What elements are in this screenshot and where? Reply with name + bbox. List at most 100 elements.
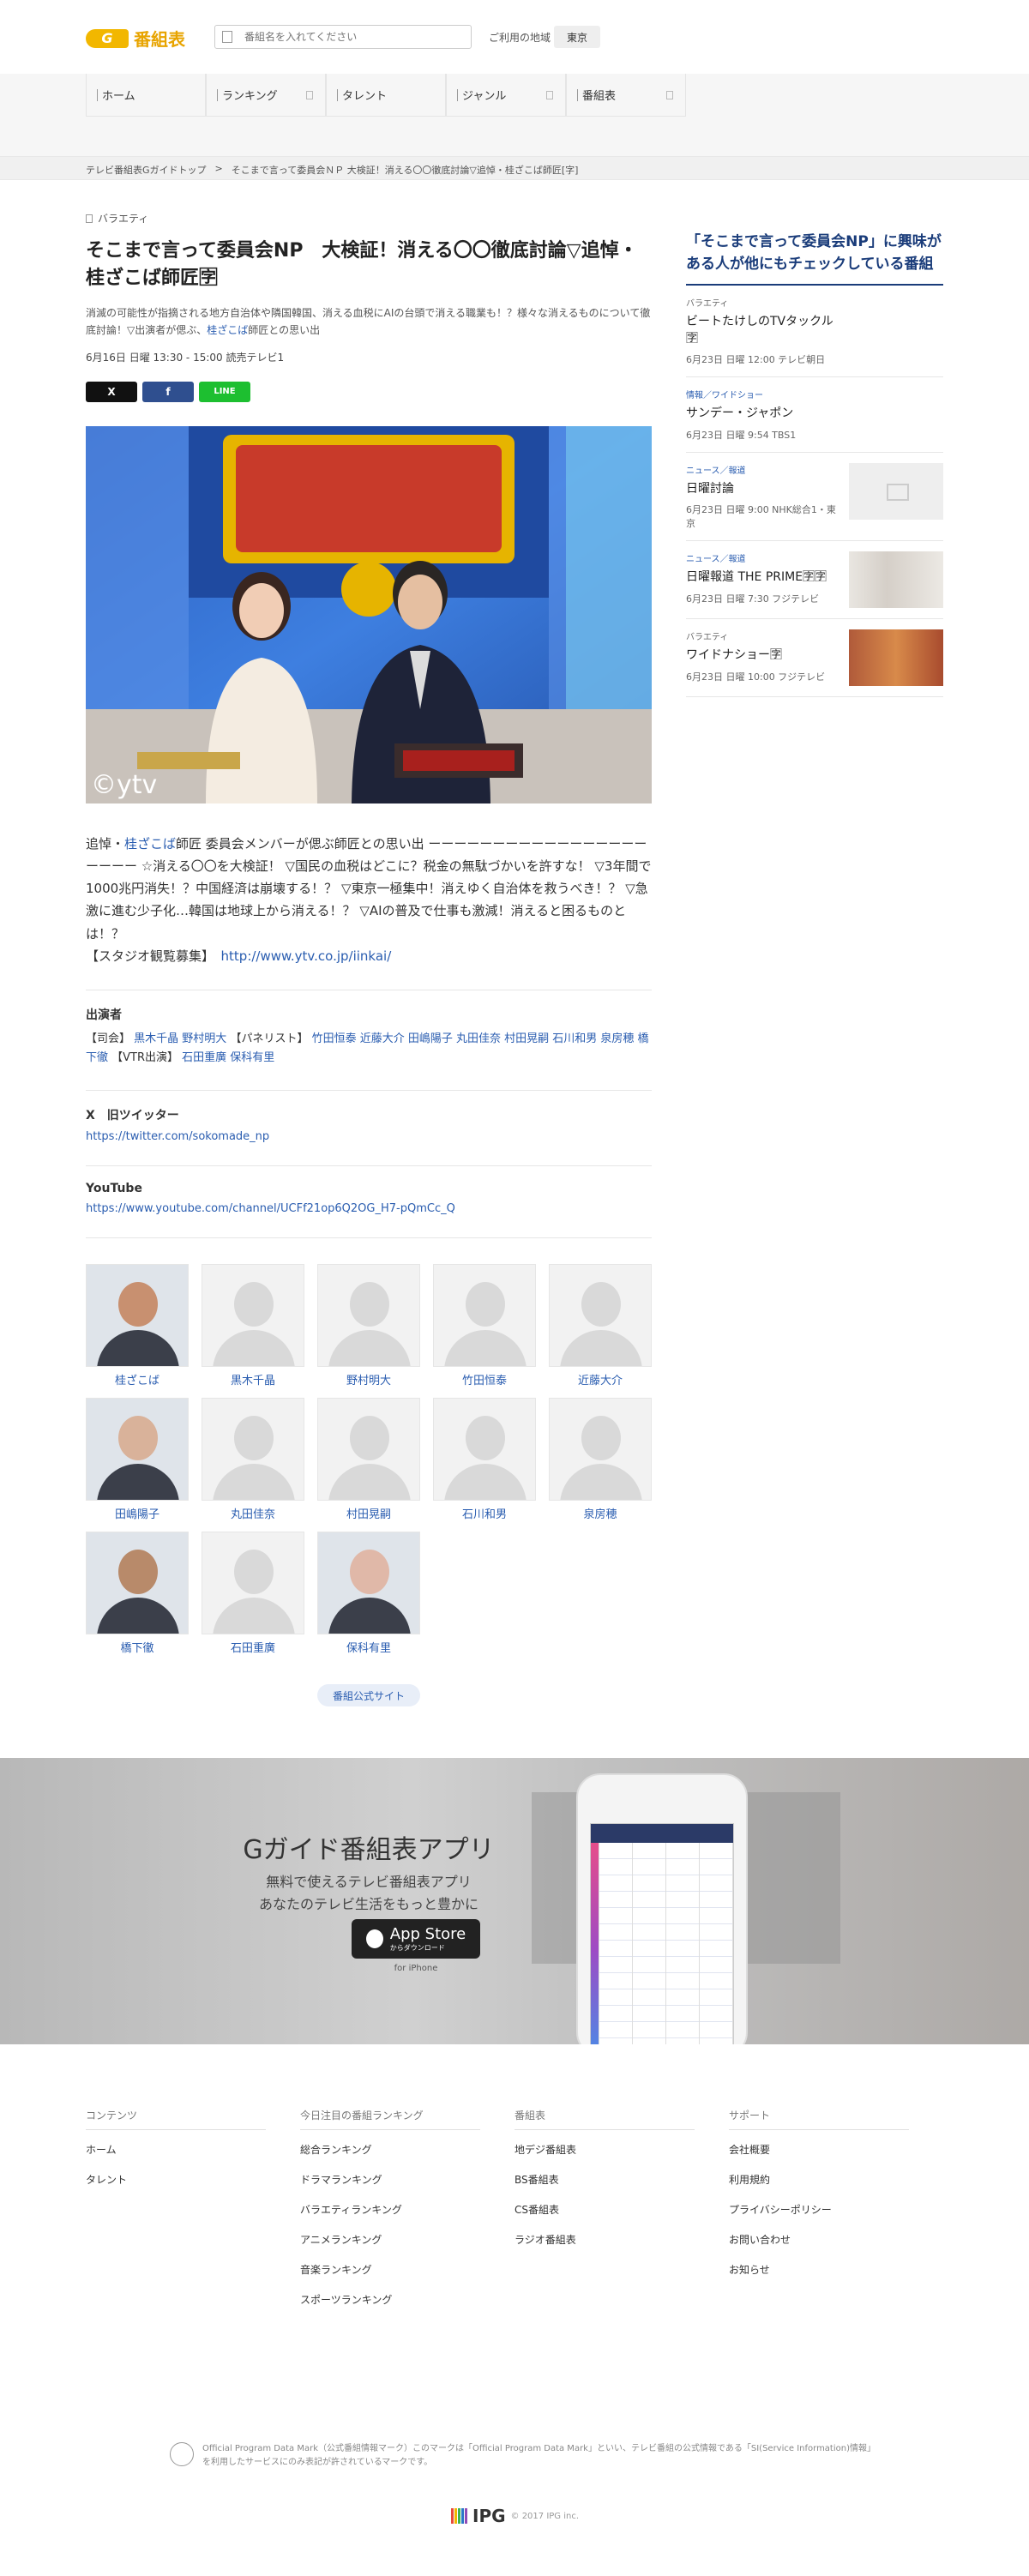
sidebar-item-genre: バラエティ [686, 299, 729, 309]
nav-item-home[interactable]: ホーム [86, 74, 206, 117]
talent-card[interactable]: 村田晃嗣 [317, 1398, 420, 1521]
footer-link[interactable]: ドラマランキング [300, 2172, 480, 2187]
footer-link[interactable]: お知らせ [729, 2262, 909, 2277]
breadcrumb-current: そこまで言って委員会ＮＰ 大検証！消える〇〇徹底討論▽追悼・桂ざこば師匠[字] [231, 165, 579, 176]
sidebar-item[interactable]: ニュース／報道 日曜報道 THE PRIME🈑🈑 6月23日 日曜 7:30 フジテ… [686, 541, 943, 620]
app-store-text: App Store からダウンロード [390, 1925, 466, 1953]
nav-item-ranking[interactable]: ランキング [206, 74, 326, 117]
share-line-button[interactable]: LINE [199, 381, 250, 402]
sidebar-item[interactable]: ニュース／報道 日曜討論 6月23日 日曜 9:00 NHK総合1・東京 [686, 453, 943, 542]
sidebar-item-thumb [849, 629, 943, 687]
chevron-down-icon [666, 90, 673, 99]
talent-name: 黒木千晶 [230, 1375, 275, 1388]
sidebar-item-genre: ニュース／報道 [686, 466, 746, 476]
talent-card[interactable]: 野村明大 [317, 1264, 420, 1387]
footer-link[interactable]: スポーツランキング [300, 2292, 480, 2307]
sidebar-item[interactable]: バラエティ ワイドナショー🈑 6月23日 日曜 10:00 フジテレビ [686, 619, 943, 698]
talent-card[interactable]: 近藤大介 [549, 1264, 652, 1387]
desc-text: 追悼・ [86, 835, 125, 852]
cast-label: 【司会】 [86, 1032, 131, 1046]
ipg-mark-icon [451, 2508, 467, 2524]
footer-link[interactable]: ホーム [86, 2142, 266, 2157]
nav-item-genre[interactable]: ジャンル [446, 74, 566, 117]
app-store-sublabel: からダウンロード [389, 1944, 445, 1952]
talent-card[interactable]: 桂ざこば [86, 1264, 189, 1387]
talent-name: 保科有里 [346, 1642, 391, 1656]
talent-card[interactable]: 石川和男 [433, 1398, 536, 1521]
footer-link[interactable]: 総合ランキング [300, 2142, 480, 2157]
footer-link[interactable]: BS番組表 [514, 2172, 695, 2187]
tv-placeholder-icon [849, 462, 943, 520]
cast-list: 【司会】 黒木千晶 野村明大 【パネリスト】 竹田恒泰 近藤大介 田嶋陽子 丸田… [86, 1030, 652, 1068]
sidebar-item-text: 情報／ワイドショー サンデー・ジャポン 6月23日 日曜 9:54 TBS1 [686, 388, 840, 442]
talent-name: 石田重廣 [230, 1642, 275, 1656]
talent-card[interactable]: 保科有里 [317, 1532, 420, 1655]
chevron-down-icon [546, 90, 553, 99]
search-box [214, 25, 472, 49]
sidebar-item-meta: 6月23日 日曜 12:00 テレビ朝日 [686, 354, 826, 366]
studio-link[interactable]: http://www.ytv.co.jp/iinkai/ [221, 948, 392, 964]
talent-section: 桂ざこば 黒木千晶 野村明大 竹田恒泰 近藤大介田嶋陽子 丸田佳奈 村田晃嗣 石川和男 泉房穂橋… [86, 1237, 652, 1707]
talent-card[interactable]: 石田重廣 [202, 1532, 304, 1655]
cast-label: 【パネリスト】 [230, 1032, 309, 1046]
sidebar-item[interactable]: バラエティ ビートたけしのTVタックル🈑 6月23日 日曜 12:00 テレビ朝日 [686, 286, 943, 378]
desc-body: 師匠 委員会メンバーが偲ぶ師匠との思い出 ーーーーーーーーーーーーーーーーーーー… [86, 835, 652, 942]
app-store-button[interactable]: App Store からダウンロード [352, 1919, 480, 1959]
official-site-button[interactable]: 番組公式サイト [317, 1684, 420, 1707]
sidebar-title: 「そこまで言って委員会NP」に興味がある人が他にもチェックしている番組 [686, 232, 943, 286]
region-select[interactable]: 東京 [554, 26, 600, 48]
nav-label: タレント [342, 90, 388, 103]
program-subtitle: 消滅の可能性が指摘される地方自治体や隣国韓国、消える血税にAIの台頭で消える職業… [86, 304, 652, 340]
footer-link[interactable]: CS番組表 [514, 2202, 695, 2217]
sidebar-item[interactable]: 情報／ワイドショー サンデー・ジャポン 6月23日 日曜 9:54 TBS1 [686, 377, 943, 453]
program-genre[interactable]: バラエティ [86, 211, 652, 226]
talent-name: 桂ざこば [114, 1375, 159, 1388]
logo-badge: G [86, 28, 129, 48]
footer-link[interactable]: お問い合わせ [729, 2232, 909, 2247]
talent-card[interactable]: 泉房穂 [549, 1398, 652, 1521]
footer-column: 番組表 地デジ番組表 BS番組表 CS番組表 ラジオ番組表 [514, 2108, 695, 2262]
talent-card[interactable]: 橋下徹 [86, 1532, 189, 1655]
cast-hosts-link[interactable]: 黒木千晶 野村明大 [134, 1032, 226, 1045]
footer-link[interactable]: 音楽ランキング [300, 2262, 480, 2277]
footer-link[interactable]: アニメランキング [300, 2232, 480, 2247]
talent-card[interactable]: 黒木千晶 [202, 1264, 304, 1387]
footer-link[interactable]: バラエティランキング [300, 2202, 480, 2217]
search-input[interactable] [244, 31, 471, 43]
opd-notice: Official Program Data Mark（公式番組情報マーク）このマ… [170, 2442, 873, 2470]
site-header: G 番組表 ご利用の地域 東京 [0, 0, 1029, 74]
share-x-button[interactable]: X [86, 381, 137, 402]
footer-link[interactable]: 地デジ番組表 [514, 2142, 695, 2157]
talent-photo-placeholder [549, 1264, 652, 1368]
footer-link[interactable]: 会社概要 [729, 2142, 909, 2157]
sidebar-item-text: ニュース／報道 日曜報道 THE PRIME🈑🈑 6月23日 日曜 7:30 フジテ… [686, 551, 840, 608]
footer-link[interactable]: プライバシーポリシー [729, 2202, 909, 2217]
desc-talent-link[interactable]: 桂ざこば [124, 836, 176, 852]
sidebar-item-title: ワイドナショー🈑 [686, 648, 782, 663]
nav-item-schedule[interactable]: 番組表 [566, 74, 686, 117]
sidebar-list: バラエティ ビートたけしのTVタックル🈑 6月23日 日曜 12:00 テレビ朝日情… [686, 286, 943, 698]
talent-card[interactable]: 田嶋陽子 [86, 1398, 189, 1521]
app-sub-line: あなたのテレビ生活をもっと豊かに [258, 1895, 478, 1912]
breadcrumb-home[interactable]: テレビ番組表Gガイドトップ [86, 163, 207, 177]
talent-photo-placeholder [202, 1398, 304, 1502]
footer-link[interactable]: ラジオ番組表 [514, 2232, 695, 2247]
talent-card[interactable]: 丸田佳奈 [202, 1398, 304, 1521]
site-logo[interactable]: G 番組表 [86, 26, 185, 51]
footer-link[interactable]: 利用規約 [729, 2172, 909, 2187]
sidebar-item-title: 日曜討論 [686, 481, 734, 496]
cast-section: 出演者 【司会】 黒木千晶 野村明大 【パネリスト】 竹田恒泰 近藤大介 田嶋陽… [86, 990, 652, 1068]
sidebar-item-meta: 6月23日 日曜 7:30 フジテレビ [686, 593, 820, 605]
talent-name: 橋下徹 [120, 1642, 154, 1656]
footer-link[interactable]: タレント [86, 2172, 266, 2187]
region-label: ご利用の地域 [489, 32, 551, 44]
subtitle-talent-link[interactable]: 桂ざこば [207, 324, 248, 336]
talent-card[interactable]: 竹田恒泰 [433, 1264, 536, 1387]
twitter-link[interactable]: https://twitter.com/sokomade_np [86, 1130, 652, 1143]
nav-item-talent[interactable]: タレント [326, 74, 446, 117]
share-facebook-button[interactable]: f [142, 381, 194, 402]
main-area: バラエティ そこまで言って委員会NP 大検証！消える〇〇徹底討論▽追悼・桂ざこば… [0, 180, 1029, 1758]
youtube-heading: YouTube [86, 1182, 142, 1196]
youtube-link[interactable]: https://www.youtube.com/channel/UCFf21op… [86, 1202, 652, 1215]
cast-vtr-link[interactable]: 石田重廣 保科有里 [182, 1051, 274, 1064]
